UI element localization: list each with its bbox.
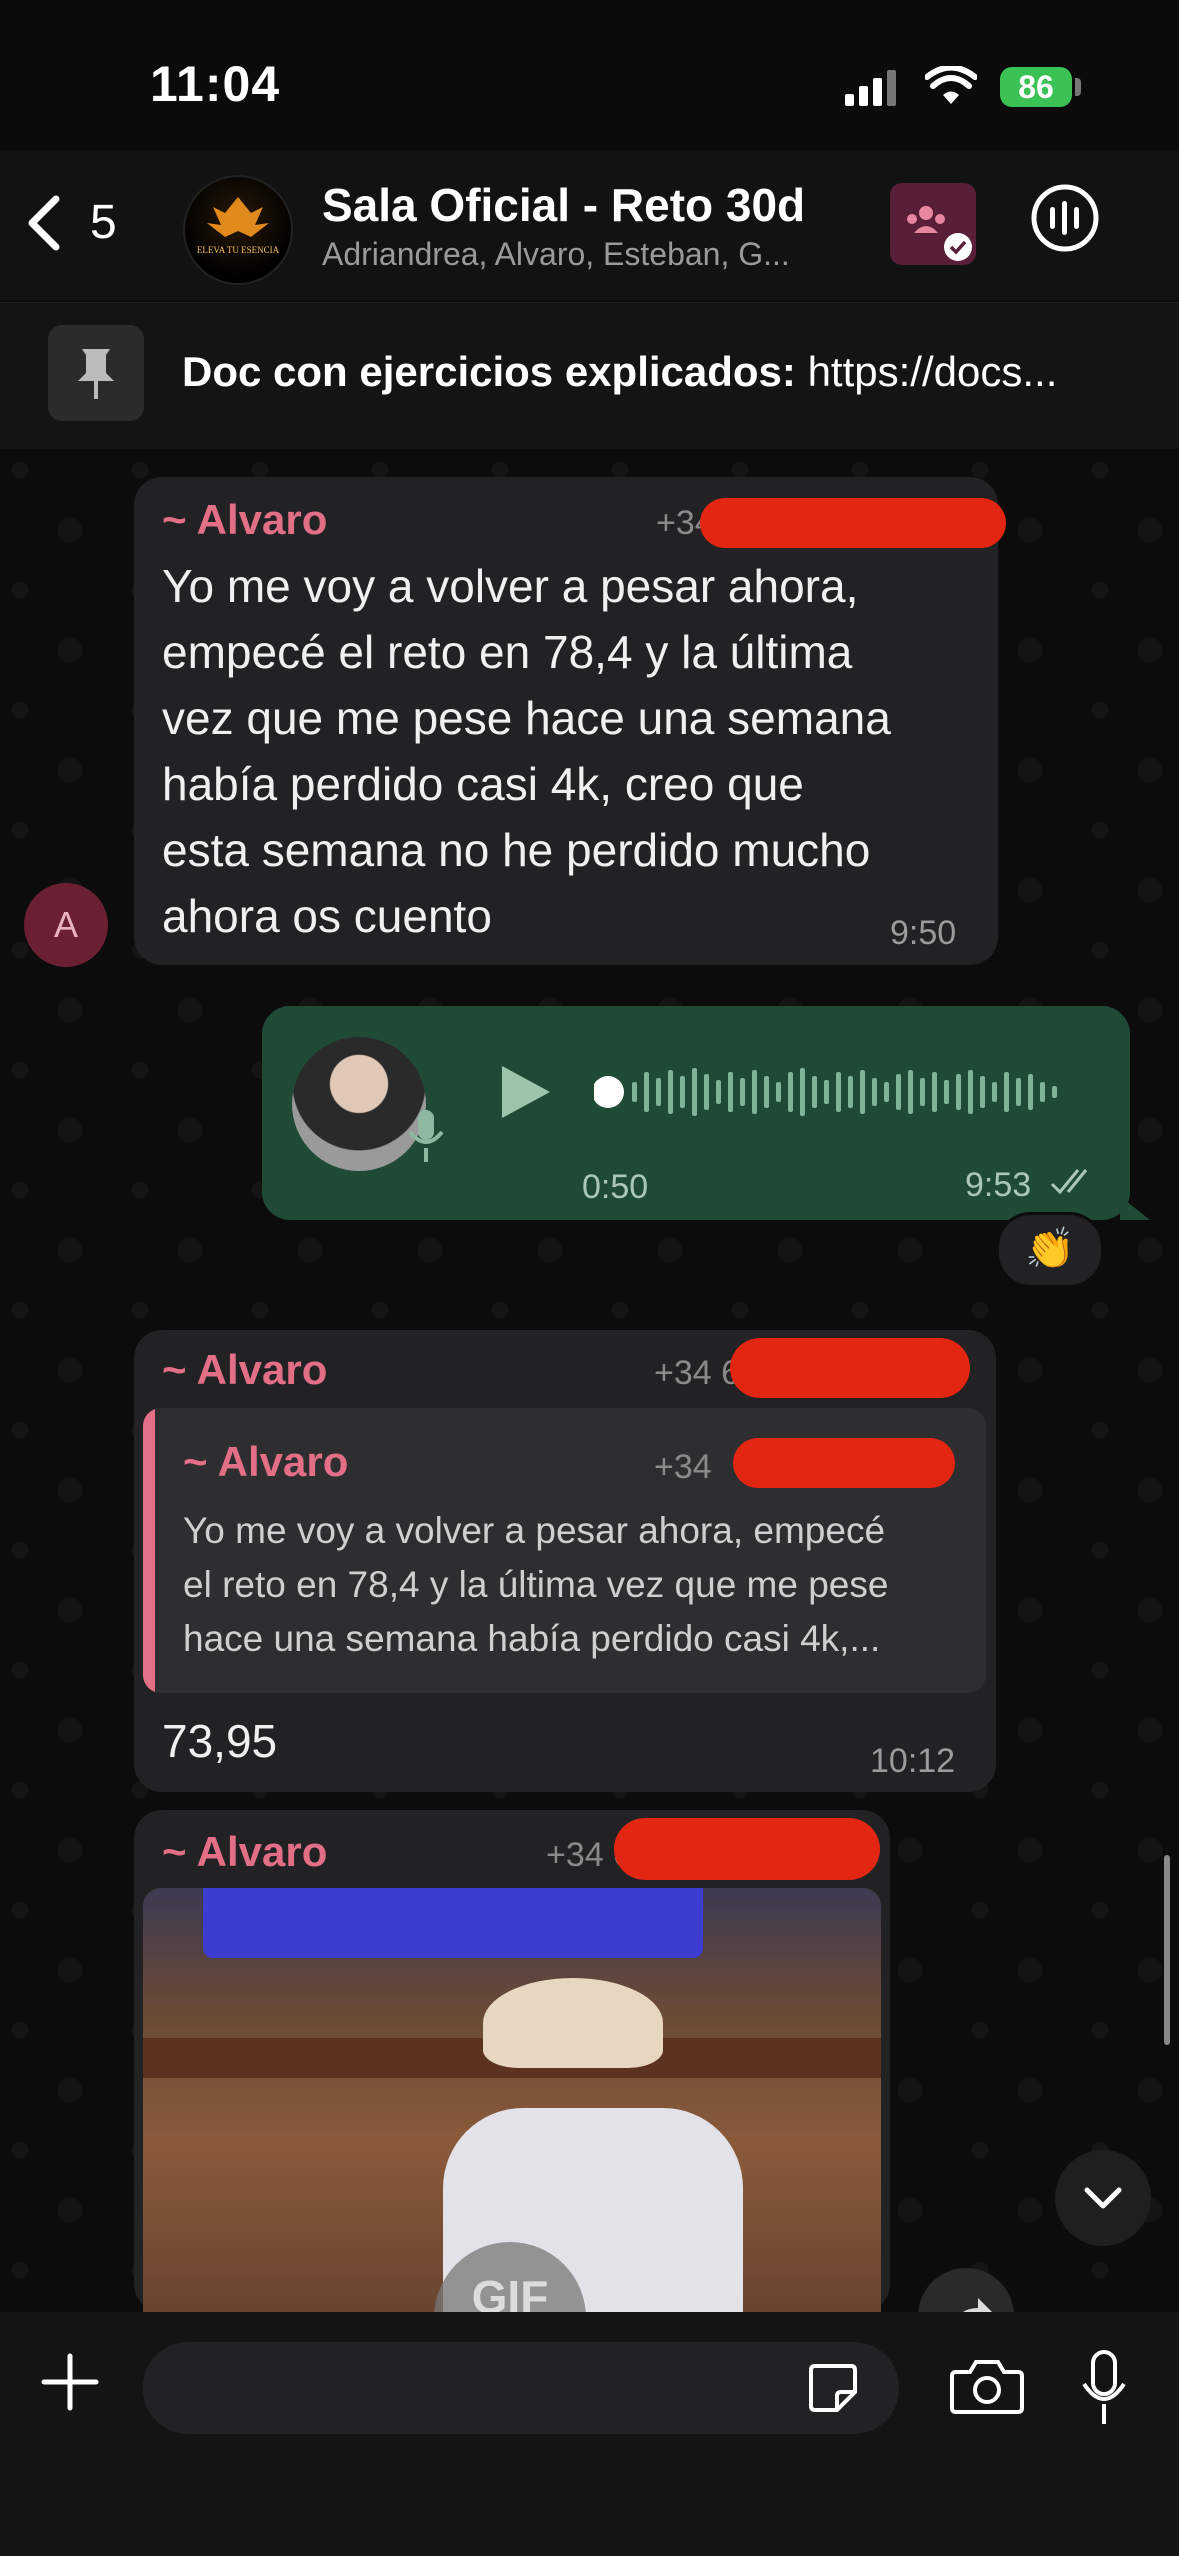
quote-line: Yo me voy a volver a pesar ahora, empecé — [183, 1510, 886, 1551]
signal-icon — [845, 70, 896, 106]
quote-text: Yo me voy a volver a pesar ahora, empecé… — [183, 1504, 973, 1666]
battery-level: 86 — [1000, 67, 1072, 107]
camera-icon[interactable] — [950, 2356, 1024, 2416]
phoenix-logo-icon: ELEVA TU ESENCIA — [197, 197, 280, 255]
hat — [483, 1978, 663, 2068]
waveform[interactable] — [594, 1062, 1080, 1122]
message-line: había perdido casi 4k, creo que — [162, 758, 804, 810]
message-text: 73,95 — [162, 1715, 278, 1767]
message-line: ahora os cuento — [162, 890, 492, 942]
status-time: 11:04 — [150, 56, 281, 112]
message-line: empecé el reto en 78,4 y la última — [162, 626, 853, 678]
message-sender[interactable]: ~ Alvaro — [162, 1828, 327, 1876]
microphone-icon[interactable] — [1080, 2350, 1128, 2428]
message-phone: +34 6 — [654, 1354, 741, 1392]
back-chevron-icon[interactable] — [20, 193, 70, 253]
message-input[interactable] — [143, 2342, 899, 2434]
read-receipt-icon — [1050, 1169, 1088, 1195]
pinned-link[interactable]: https://docs... — [808, 348, 1058, 395]
pinned-label: Doc con ejercicios explicados: — [182, 348, 796, 395]
plus-icon[interactable] — [40, 2352, 100, 2412]
logo-text: ELEVA TU ESENCIA — [197, 245, 280, 255]
message-sender[interactable]: ~ Alvaro — [162, 1346, 327, 1394]
back-unread-count[interactable]: 5 — [90, 195, 117, 250]
message-line: esta semana no he perdido mucho — [162, 824, 871, 876]
message-sender[interactable]: ~ Alvaro — [162, 496, 327, 544]
message-text: Yo me voy a volver a pesar ahora, empecé… — [162, 553, 982, 949]
scrollbar[interactable] — [1164, 1855, 1170, 2045]
scroll-down-button[interactable] — [1055, 2150, 1151, 2246]
voice-duration: 0:50 — [582, 1168, 649, 1206]
pin-icon — [78, 349, 114, 399]
message-line: Yo me voy a volver a pesar ahora, — [162, 560, 859, 612]
battery-cap — [1075, 78, 1081, 96]
quote-sender: ~ Alvaro — [183, 1438, 349, 1485]
redaction-mark — [733, 1438, 955, 1488]
redaction-mark — [700, 498, 1006, 548]
community-button[interactable] — [890, 183, 976, 265]
community-icon — [907, 206, 972, 261]
reaction-badge[interactable]: 👏 — [996, 1212, 1104, 1288]
pin-box — [48, 325, 144, 421]
sticker-icon[interactable] — [805, 2360, 861, 2416]
bubble-tail — [1120, 1196, 1150, 1220]
sender-avatar[interactable]: A — [24, 883, 108, 967]
chat-members[interactable]: Adriandrea, Alvaro, Esteban, G... — [322, 236, 790, 273]
redaction-mark — [614, 1818, 880, 1880]
wifi-icon — [925, 66, 977, 104]
pinned-text[interactable]: Doc con ejercicios explicados: https://d… — [182, 348, 1057, 396]
quote-line: hace una semana había perdido casi 4k,..… — [183, 1618, 881, 1659]
quoted-message[interactable]: ~ Alvaro +34 Yo me voy a volver a pesar … — [143, 1408, 986, 1693]
play-icon[interactable] — [496, 1062, 556, 1122]
mic-badge-icon — [408, 1110, 444, 1162]
redaction-mark — [730, 1338, 970, 1398]
message-time: 10:12 — [870, 1742, 956, 1780]
quote-line: el reto en 78,4 y la última vez que me p… — [183, 1564, 889, 1605]
chat-title[interactable]: Sala Oficial - Reto 30d — [322, 178, 805, 232]
voice-chat-icon[interactable] — [1030, 183, 1100, 253]
chevron-down-icon — [1084, 2187, 1122, 2209]
quote-accent-bar — [143, 1408, 155, 1693]
message-time: 9:50 — [890, 914, 957, 952]
message-time: 9:53 — [965, 1166, 1032, 1204]
quote-phone: +34 — [654, 1448, 712, 1486]
group-avatar[interactable]: ELEVA TU ESENCIA — [183, 175, 293, 285]
message-line: vez que me pese hace una semana — [162, 692, 891, 744]
tv-screen — [203, 1888, 703, 1958]
